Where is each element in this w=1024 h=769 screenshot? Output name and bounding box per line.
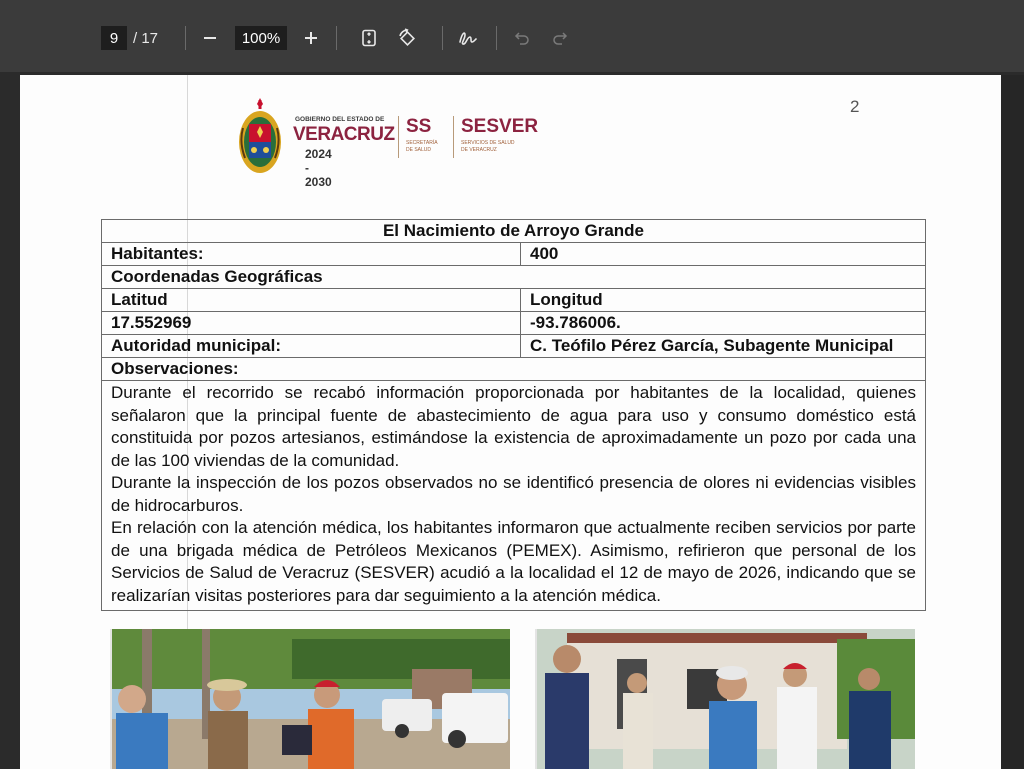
- state-name: VERACRUZ: [293, 124, 395, 145]
- minus-icon: [204, 37, 216, 39]
- pdf-page: 2 GOBIERNO DEL ESTADO DE VERACRUZ 2024 -…: [20, 75, 1001, 769]
- viewer-scroll-gutter: [1001, 75, 1024, 769]
- rotate-button[interactable]: [395, 26, 419, 50]
- table-row: Durante el recorrido se recabó informaci…: [101, 380, 926, 611]
- table-row: Latitud Longitud: [101, 288, 926, 312]
- ss-logo-text: SS: [406, 116, 432, 137]
- table-row: Habitantes: 400: [101, 242, 926, 266]
- administration-years: 2024 - 2030: [305, 147, 332, 189]
- authority-value: C. Teófilo Pérez García, Subagente Munic…: [520, 334, 926, 358]
- authority-label: Autoridad municipal:: [101, 334, 521, 358]
- veracruz-coat-of-arms-icon: [239, 98, 281, 173]
- observations-text: Durante el recorrido se recabó informaci…: [101, 380, 926, 611]
- coords-label: Coordenadas Geográficas: [101, 265, 926, 289]
- document-page-number: 2: [850, 97, 860, 116]
- longitude-label: Longitud: [520, 288, 926, 312]
- fit-page-icon: [362, 29, 376, 47]
- observations-paragraph: Durante el recorrido se recabó informaci…: [111, 383, 916, 470]
- page-number-input[interactable]: 9: [101, 26, 127, 50]
- field-photo-house: [535, 629, 915, 769]
- gov-line-text: GOBIERNO DEL ESTADO DE: [295, 116, 385, 123]
- draw-button[interactable]: [456, 26, 480, 50]
- zoom-out-button[interactable]: [198, 26, 222, 50]
- table-row: Autoridad municipal: C. Teófilo Pérez Ga…: [101, 334, 926, 358]
- logo-divider: [398, 116, 399, 158]
- ss-logo-subtitle: SECRETARÍA DE SALUD: [406, 140, 438, 153]
- page-total-label: / 17: [133, 29, 159, 47]
- table-row: Observaciones:: [101, 357, 926, 381]
- habitantes-value: 400: [520, 242, 926, 266]
- observations-paragraph: Durante la inspección de los pozos obser…: [111, 473, 916, 515]
- observations-paragraph: En relación con la atención médica, los …: [111, 518, 916, 605]
- undo-button[interactable]: [510, 26, 534, 50]
- community-info-table: El Nacimiento de Arroyo Grande Habitante…: [101, 219, 926, 611]
- redo-icon: [553, 32, 568, 45]
- toolbar-divider: [496, 26, 497, 50]
- toolbar-divider: [336, 26, 337, 50]
- undo-icon: [514, 32, 529, 45]
- fit-page-button[interactable]: [357, 26, 381, 50]
- house-scene-photo: [537, 629, 915, 769]
- zoom-in-button[interactable]: [299, 26, 323, 50]
- sesver-logo-text: SESVER: [461, 116, 539, 137]
- street-scene-photo: [112, 629, 510, 769]
- observations-label: Observaciones:: [101, 357, 926, 381]
- redo-button[interactable]: [548, 26, 572, 50]
- toolbar-divider: [185, 26, 186, 50]
- table-title: El Nacimiento de Arroyo Grande: [101, 219, 926, 243]
- table-row: 17.552969 -93.786006.: [101, 311, 926, 335]
- table-row: Coordenadas Geográficas: [101, 265, 926, 289]
- habitantes-label: Habitantes:: [101, 242, 521, 266]
- toolbar-divider: [442, 26, 443, 50]
- rotate-icon: [399, 28, 415, 46]
- table-row: El Nacimiento de Arroyo Grande: [101, 219, 926, 243]
- pdf-toolbar: 9 / 17 100%: [0, 0, 1024, 72]
- field-photo-street: [110, 629, 510, 769]
- latitude-label: Latitud: [101, 288, 521, 312]
- plus-icon: [305, 32, 317, 44]
- zoom-level-input[interactable]: 100%: [235, 26, 287, 50]
- latitude-value: 17.552969: [101, 311, 521, 335]
- longitude-value: -93.786006.: [520, 311, 926, 335]
- logo-divider: [453, 116, 454, 158]
- draw-icon: [459, 32, 477, 45]
- sesver-logo-subtitle: SERVICIOS DE SALUD DE VERACRUZ: [461, 140, 515, 153]
